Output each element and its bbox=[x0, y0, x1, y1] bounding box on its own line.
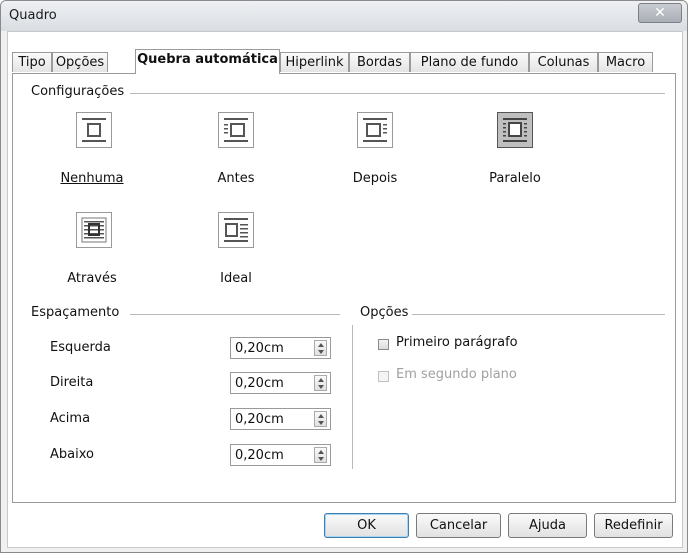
first-paragraph-checkbox[interactable] bbox=[378, 339, 389, 350]
reset-button[interactable]: Redefinir bbox=[594, 513, 673, 538]
first-paragraph-label[interactable]: Primeiro parágrafo bbox=[396, 335, 518, 350]
wrap-none-icon bbox=[82, 118, 106, 142]
divider bbox=[130, 314, 340, 315]
wrap-before-icon bbox=[224, 118, 248, 142]
tab-plano-de-fundo[interactable]: Plano de fundo bbox=[410, 52, 529, 72]
wrap-parallel-button[interactable] bbox=[497, 112, 533, 148]
spacing-bottom-field[interactable]: 0,20cm bbox=[230, 444, 331, 466]
in-background-label[interactable]: Em segundo plano bbox=[396, 367, 517, 382]
title-bar[interactable]: Quadro ✕ bbox=[1, 1, 687, 31]
ok-button[interactable]: OK bbox=[324, 513, 409, 538]
spacing-left-label: Esquerda bbox=[50, 340, 111, 355]
wrap-parallel-label: Paralelo bbox=[489, 171, 541, 186]
tab-hiperlink[interactable]: Hiperlink bbox=[280, 52, 349, 72]
wrap-optimal-label: Ideal bbox=[220, 271, 252, 286]
wrap-through-button[interactable] bbox=[76, 212, 112, 248]
spin-arrows-icon[interactable] bbox=[314, 411, 327, 427]
tab-macro[interactable]: Macro bbox=[598, 52, 653, 72]
spacing-top-value: 0,20cm bbox=[235, 412, 284, 427]
tab-tipo[interactable]: Tipo bbox=[12, 52, 52, 72]
in-background-checkbox[interactable] bbox=[378, 371, 389, 382]
tab-quebra-automatica[interactable]: Quebra automática bbox=[135, 49, 280, 74]
spacing-label: Espaçamento bbox=[31, 305, 124, 320]
divider bbox=[352, 325, 353, 469]
divider bbox=[130, 93, 665, 94]
wrap-after-icon bbox=[363, 118, 387, 142]
wrap-after-label: Depois bbox=[352, 171, 398, 186]
wrap-none-button[interactable] bbox=[76, 112, 112, 148]
close-button[interactable]: ✕ bbox=[638, 3, 682, 23]
spacing-top-label: Acima bbox=[50, 411, 91, 426]
settings-label: Configurações bbox=[31, 84, 129, 99]
wrap-through-icon bbox=[81, 217, 107, 243]
wrap-parallel-icon bbox=[503, 118, 527, 142]
window-title: Quadro bbox=[9, 8, 57, 23]
divider bbox=[412, 314, 665, 315]
spacing-bottom-value: 0,20cm bbox=[235, 448, 284, 463]
options-label: Opções bbox=[360, 305, 413, 320]
spin-arrows-icon[interactable] bbox=[314, 340, 327, 356]
spacing-right-value: 0,20cm bbox=[235, 376, 284, 391]
wrap-through-label: Através bbox=[67, 271, 117, 286]
spacing-right-field[interactable]: 0,20cm bbox=[230, 372, 331, 394]
wrap-before-button[interactable] bbox=[218, 112, 254, 148]
spacing-bottom-label: Abaixo bbox=[50, 447, 94, 462]
wrap-optimal-icon bbox=[224, 218, 248, 242]
spin-arrows-icon[interactable] bbox=[314, 447, 327, 463]
close-icon: ✕ bbox=[654, 5, 666, 21]
spacing-left-field[interactable]: 0,20cm bbox=[230, 337, 331, 359]
tab-opcoes[interactable]: Opções bbox=[52, 52, 108, 72]
help-button[interactable]: Ajuda bbox=[508, 513, 587, 538]
spacing-top-field[interactable]: 0,20cm bbox=[230, 408, 331, 430]
tab-colunas[interactable]: Colunas bbox=[529, 52, 598, 72]
wrap-none-label: Nenhuma bbox=[60, 171, 124, 186]
tab-bordas[interactable]: Bordas bbox=[349, 52, 410, 72]
spacing-right-label: Direita bbox=[50, 375, 94, 390]
spin-arrows-icon[interactable] bbox=[314, 375, 327, 391]
wrap-before-label: Antes bbox=[217, 171, 255, 186]
spacing-left-value: 0,20cm bbox=[235, 341, 284, 356]
wrap-optimal-button[interactable] bbox=[218, 212, 254, 248]
wrap-after-button[interactable] bbox=[357, 112, 393, 148]
cancel-button[interactable]: Cancelar bbox=[416, 513, 501, 538]
